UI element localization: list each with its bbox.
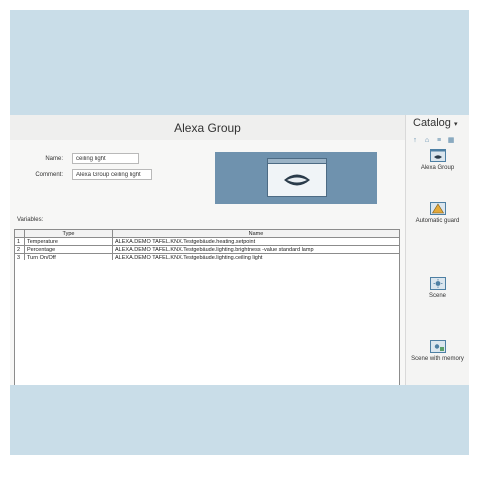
column-header-type: Type xyxy=(24,229,113,238)
row-name: ALEXA.DEMO TAFEL.KNX.Testgebäude.heating… xyxy=(112,237,400,246)
row-type: Percentage xyxy=(24,245,113,254)
column-header-name: Name xyxy=(112,229,400,238)
catalog-item-label: Alexa Group xyxy=(420,165,455,171)
column-header-index xyxy=(14,229,25,238)
catalog-item-label: Automatic guard xyxy=(415,218,460,224)
lips-icon xyxy=(284,174,310,186)
scene-icon xyxy=(429,277,446,290)
tree-icon[interactable]: ≡ xyxy=(435,137,443,145)
catalog-item-label: Scene xyxy=(428,293,446,299)
editor-panel: Alexa Group Name: Comment: Variables: xyxy=(10,115,406,385)
preview-window xyxy=(267,158,327,197)
app-screen: Alexa Group Name: Comment: Variables: xyxy=(10,115,469,385)
catalog-item-label: Scene with memory xyxy=(411,356,464,362)
variables-label: Variables: xyxy=(17,217,44,223)
row-name: ALEXA.DEMO TAFEL.KNX.Testgebäude.lightin… xyxy=(112,245,400,254)
name-field[interactable] xyxy=(72,153,139,164)
arrow-up-icon[interactable]: ↑ xyxy=(411,137,419,145)
comment-label: Comment: xyxy=(35,172,63,178)
catalog-item-scene-with-memory[interactable]: Scene with memory xyxy=(406,340,469,363)
catalog-item-scene[interactable]: Scene xyxy=(406,277,469,300)
table-row[interactable]: 2 Percentage ALEXA.DEMO TAFEL.KNX.Testge… xyxy=(14,245,400,254)
comment-field[interactable] xyxy=(72,169,152,180)
catalog-toolbar: ↑ ⌂ ≡ ▦ xyxy=(411,137,455,145)
variables-table: Type Name 1 Temperature ALEXA.DEMO TAFEL… xyxy=(14,229,400,262)
chevron-down-icon: ▾ xyxy=(453,121,458,128)
home-icon[interactable]: ⌂ xyxy=(423,137,431,145)
preview-image xyxy=(215,152,377,204)
warning-triangle-icon xyxy=(429,202,446,215)
name-label: Name: xyxy=(45,156,63,162)
alexa-group-icon xyxy=(429,149,446,162)
row-index: 2 xyxy=(14,245,25,254)
catalog-panel: Catalog ▾ ↑ ⌂ ≡ ▦ Alexa Group Automatic … xyxy=(406,115,469,385)
row-index: 1 xyxy=(14,237,25,246)
catalog-item-alexa-group[interactable]: Alexa Group xyxy=(406,149,469,172)
catalog-item-automatic-guard[interactable]: Automatic guard xyxy=(406,202,469,225)
catalog-title[interactable]: Catalog ▾ xyxy=(413,117,458,129)
editor-title: Alexa Group xyxy=(10,115,405,140)
scene-memory-icon xyxy=(429,340,446,353)
row-type: Temperature xyxy=(24,237,113,246)
grid-icon[interactable]: ▦ xyxy=(447,137,455,145)
table-row[interactable]: 1 Temperature ALEXA.DEMO TAFEL.KNX.Testg… xyxy=(14,237,400,246)
table-empty-area xyxy=(14,260,400,385)
